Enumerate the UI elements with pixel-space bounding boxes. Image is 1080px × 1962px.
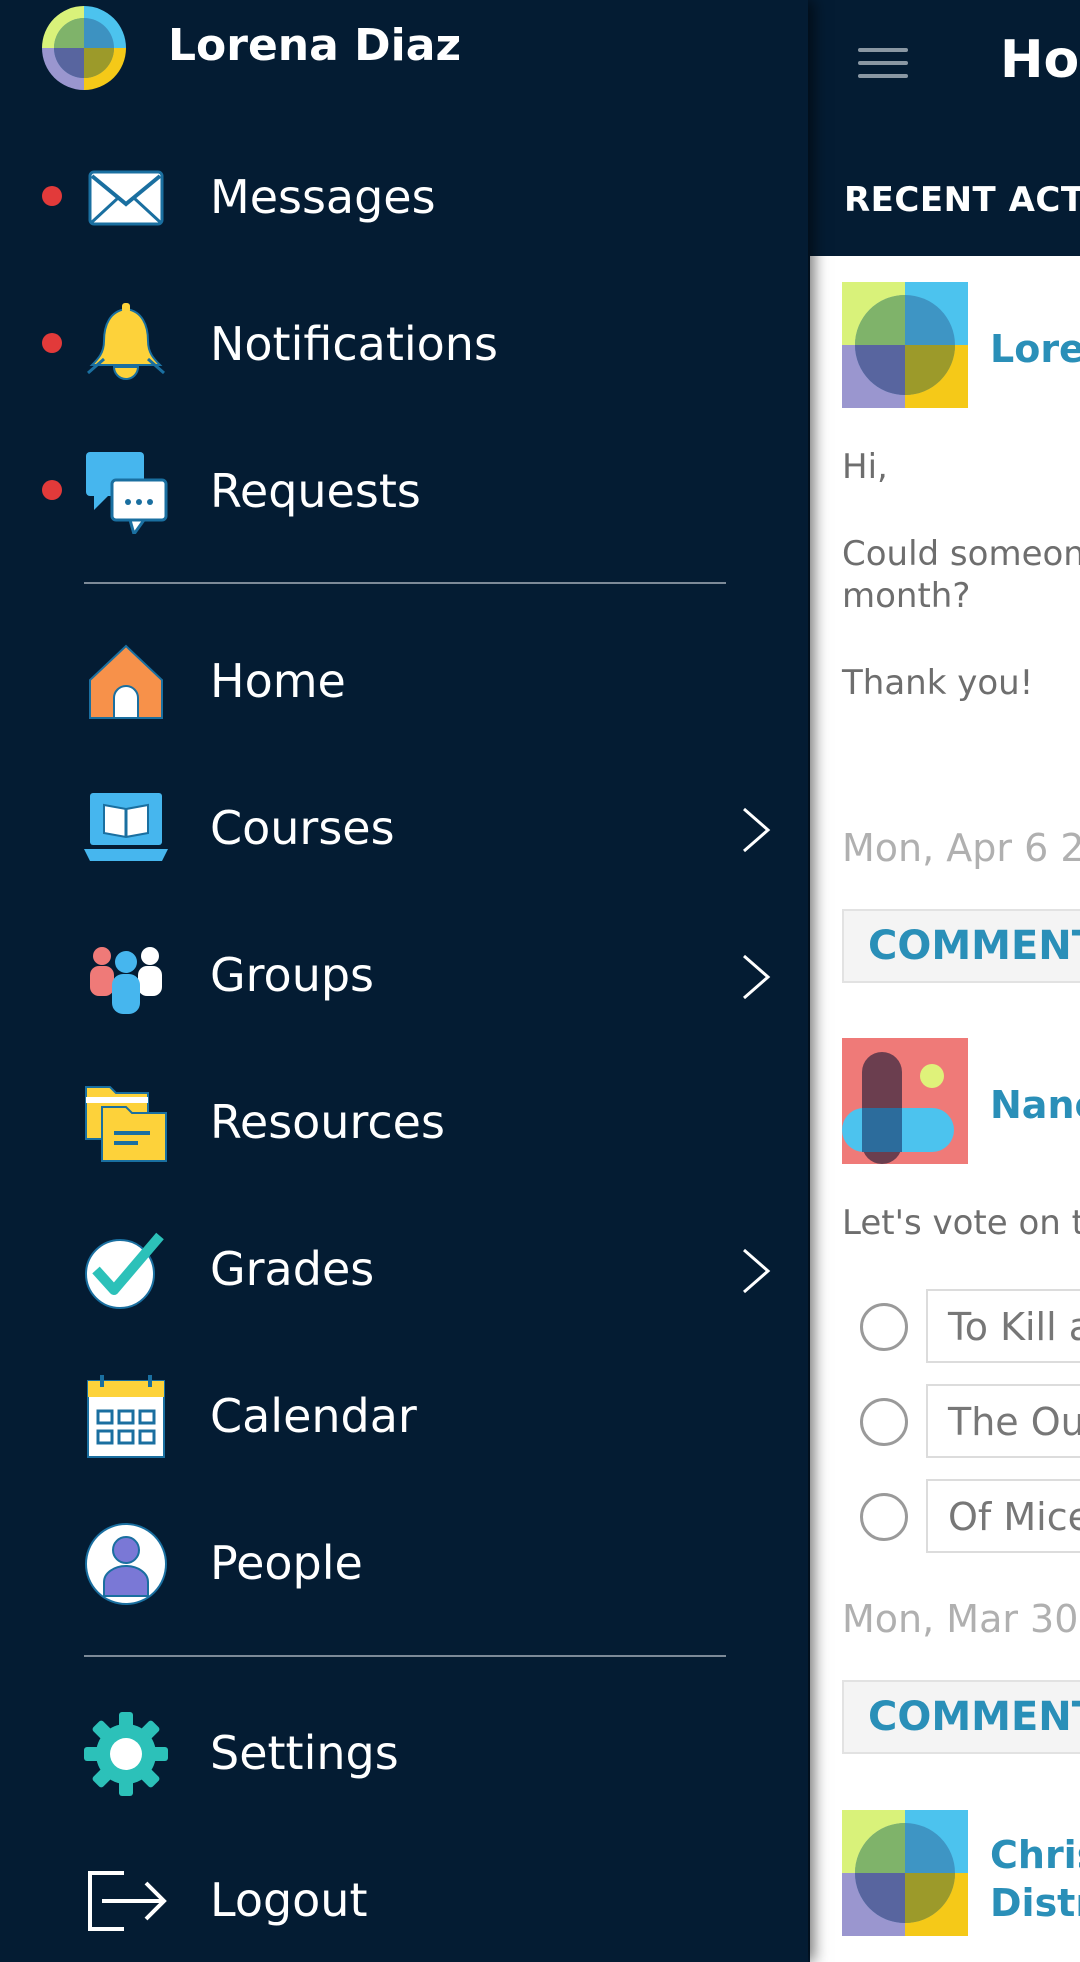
page-title: Hor [1000, 30, 1080, 90]
unread-alert-dot [42, 186, 62, 206]
calendar-icon [84, 1375, 168, 1459]
profile-name[interactable]: Lorena Diaz [168, 20, 461, 71]
person-icon [84, 1522, 168, 1606]
house-icon [84, 640, 168, 724]
poll-option[interactable]: Of Mice [926, 1479, 1080, 1553]
post-body-line: Could someon [842, 534, 1080, 574]
nav-item-grades[interactable]: Grades [0, 1208, 808, 1328]
post-author-name[interactable]: Loren [990, 326, 1080, 372]
poll-option-label: The Ou [948, 1400, 1080, 1444]
gear-icon [84, 1712, 168, 1796]
nav-item-label: Calendar [210, 1389, 417, 1443]
poll-option[interactable]: To Kill a [926, 1289, 1080, 1363]
post-body-line: Let's vote on th [842, 1203, 1080, 1243]
nav-item-resources[interactable]: Resources [0, 1061, 808, 1181]
navigation-drawer: Lorena Diaz Messages Notifications Reque… [0, 0, 808, 1962]
post-author-name[interactable]: Chris [990, 1832, 1080, 1878]
chat-bubbles-icon [84, 450, 168, 538]
comment-button[interactable]: COMMENT [842, 1680, 1080, 1754]
nav-item-label: Courses [210, 801, 395, 855]
post-author-avatar[interactable] [842, 1810, 968, 1936]
nav-item-label: Requests [210, 464, 421, 518]
post-date: Mon, Apr 6 2 [842, 826, 1080, 870]
comment-button-label: COMMENT [868, 1694, 1080, 1740]
bell-icon [84, 303, 168, 387]
nav-item-logout[interactable]: Logout [0, 1839, 808, 1959]
nav-item-home[interactable]: Home [0, 620, 808, 740]
post-body-line: Hi, [842, 447, 888, 487]
poll-option[interactable]: The Ou [926, 1384, 1080, 1458]
poll-option-radio[interactable] [860, 1303, 908, 1351]
nav-item-calendar[interactable]: Calendar [0, 1355, 808, 1475]
nav-item-label: People [210, 1536, 363, 1590]
post-author-name[interactable]: Nanc [990, 1082, 1080, 1128]
nav-item-label: Groups [210, 948, 375, 1002]
folders-icon [84, 1081, 168, 1165]
nav-item-label: Logout [210, 1873, 368, 1927]
post-date: Mon, Mar 30 [842, 1597, 1079, 1641]
nav-item-settings[interactable]: Settings [0, 1692, 808, 1812]
recent-activity-header: RECENT ACTIV [810, 128, 1080, 256]
divider [84, 1655, 726, 1657]
nav-item-label: Resources [210, 1095, 445, 1149]
people-group-icon [84, 934, 168, 1018]
chevron-right-icon[interactable] [736, 1246, 776, 1296]
post-body-line: Thank you! [842, 663, 1034, 703]
nav-item-people[interactable]: People [0, 1502, 808, 1622]
chevron-right-icon[interactable] [736, 805, 776, 855]
profile-avatar[interactable] [42, 6, 126, 90]
laptop-book-icon [84, 787, 168, 871]
hamburger-menu-icon[interactable] [858, 48, 908, 78]
post-author-avatar[interactable] [842, 1038, 968, 1164]
recent-activity-title: RECENT ACTIV [844, 180, 1080, 220]
poll-option-label: Of Mice [948, 1495, 1080, 1539]
poll-option-radio[interactable] [860, 1398, 908, 1446]
chevron-right-icon[interactable] [736, 952, 776, 1002]
post-author-avatar[interactable] [842, 282, 968, 408]
nav-item-groups[interactable]: Groups [0, 914, 808, 1034]
app-header: Hor [810, 0, 1080, 128]
post-body-line: month? [842, 576, 971, 616]
nav-item-label: Home [210, 654, 346, 708]
nav-item-courses[interactable]: Courses [0, 767, 808, 887]
nav-item-messages[interactable]: Messages [0, 136, 808, 256]
main-content: Hor RECENT ACTIV Loren Hi, Could someon … [810, 0, 1080, 1962]
logout-icon [84, 1859, 168, 1943]
nav-item-notifications[interactable]: Notifications [0, 283, 808, 403]
post-author-name[interactable]: Distr [990, 1880, 1080, 1926]
poll-option-radio[interactable] [860, 1493, 908, 1541]
nav-item-label: Grades [210, 1242, 375, 1296]
unread-alert-dot [42, 480, 62, 500]
divider [84, 582, 726, 584]
poll-option-label: To Kill a [948, 1305, 1080, 1349]
comment-button[interactable]: COMMENT [842, 909, 1080, 983]
nav-item-label: Notifications [210, 317, 498, 371]
comment-button-label: COMMENT [868, 923, 1080, 969]
nav-item-requests[interactable]: Requests [0, 430, 808, 550]
checkmark-icon [84, 1228, 168, 1312]
envelope-icon [84, 156, 168, 240]
unread-alert-dot [42, 333, 62, 353]
nav-item-label: Settings [210, 1726, 399, 1780]
nav-item-label: Messages [210, 170, 436, 224]
